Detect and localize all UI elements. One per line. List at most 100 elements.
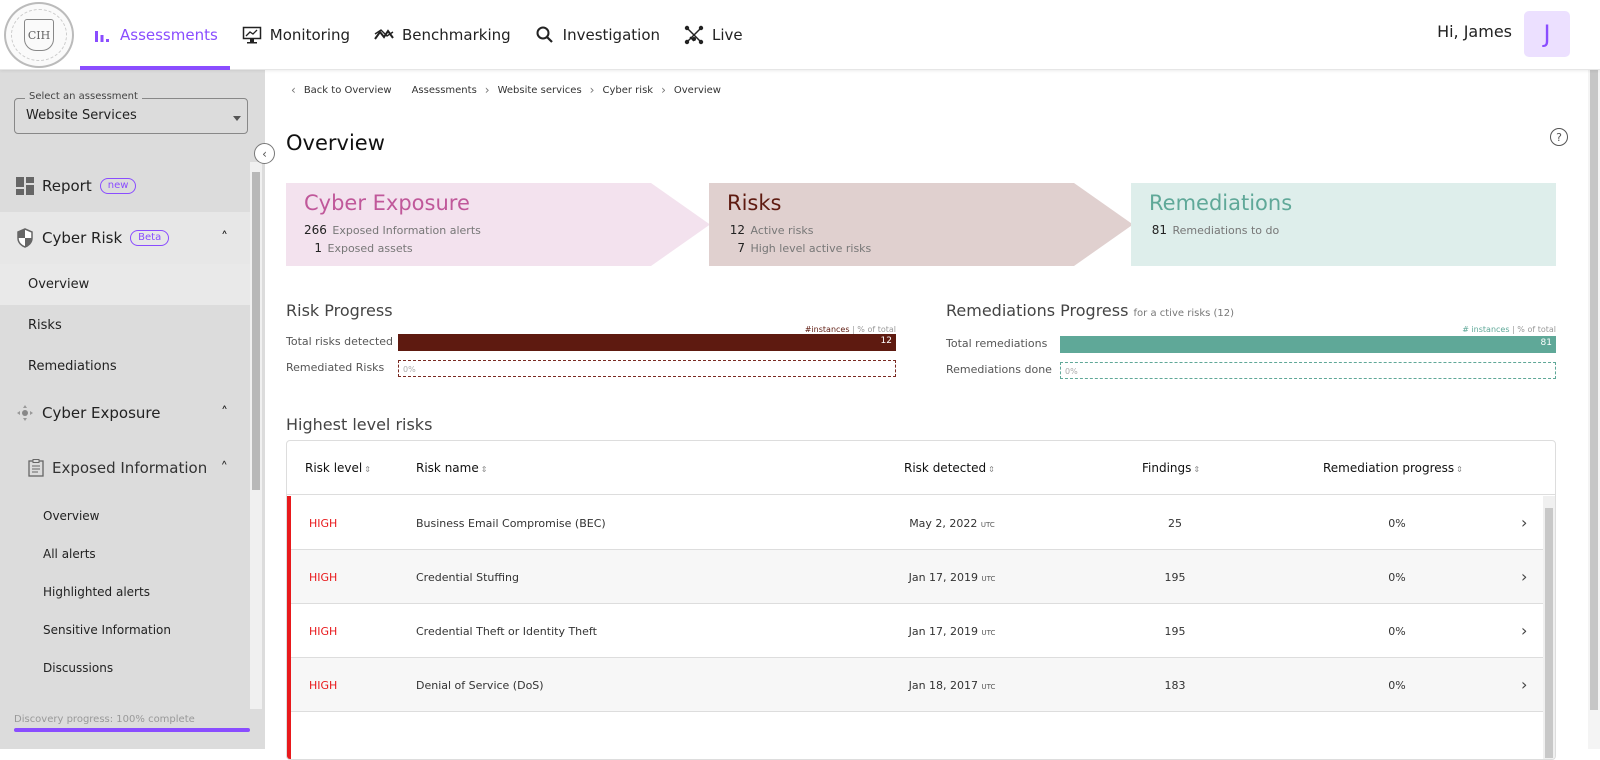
- breadcrumb-item[interactable]: Cyber risk: [602, 85, 653, 96]
- chevron-right-icon[interactable]: ›: [1521, 567, 1527, 586]
- scrollbar-thumb[interactable]: [1545, 508, 1553, 758]
- scrollbar-thumb[interactable]: [252, 172, 260, 490]
- col-risk-name[interactable]: Risk name ⇕: [416, 461, 487, 475]
- nav-benchmarking[interactable]: Benchmarking: [362, 0, 523, 70]
- risk-name: Business Email Compromise (BEC): [416, 517, 606, 530]
- col-label: Risk name: [416, 461, 479, 475]
- stage-cyber-exposure[interactable]: Cyber Exposure 266 Exposed Information a…: [286, 183, 710, 266]
- stage-line: 1 Exposed assets: [304, 241, 413, 255]
- col-findings[interactable]: Findings ⇕: [1142, 461, 1200, 475]
- main-nav: Assessments Monitoring Benchmarking Inve…: [80, 0, 755, 70]
- sidebar-item-cyber-risk[interactable]: Cyber Risk Beta ˄: [0, 212, 250, 264]
- beta-badge: Beta: [130, 230, 170, 246]
- sidebar-item-sensitive-information[interactable]: Sensitive Information: [0, 611, 250, 649]
- table-row[interactable]: HIGH Denial of Service (DoS) Jan 18, 201…: [287, 658, 1555, 712]
- chevron-right-icon[interactable]: ›: [1521, 675, 1527, 694]
- sidebar-item-label: Cyber Risk: [42, 229, 123, 247]
- sidebar-item-risks[interactable]: Risks: [0, 305, 250, 346]
- sidebar-item-label: Exposed Information: [52, 459, 208, 477]
- help-icon[interactable]: ?: [1550, 128, 1568, 146]
- table-scrollbar[interactable]: [1543, 496, 1555, 759]
- logo-ring: [11, 9, 67, 61]
- bar-value: 12: [880, 336, 892, 346]
- title-subtitle: for a ctive risks (12): [1133, 308, 1235, 319]
- remediation-progress: 0%: [1388, 571, 1406, 584]
- table-row-partial[interactable]: [287, 712, 1555, 759]
- risk-level: HIGH: [309, 517, 338, 530]
- sidebar-item-discussions[interactable]: Discussions: [0, 649, 250, 687]
- sidebar-item-remediations[interactable]: Remediations: [0, 346, 250, 387]
- sidebar: Select an assessment Website Services Re…: [0, 70, 265, 749]
- table-row[interactable]: HIGH Credential Theft or Identity Theft …: [287, 604, 1555, 658]
- col-remediation-progress[interactable]: Remediation progress ⇕: [1323, 461, 1463, 475]
- stage-line: 266 Exposed Information alerts: [304, 223, 481, 237]
- risk-name: Denial of Service (DoS): [416, 679, 544, 692]
- assessment-select[interactable]: Select an assessment Website Services: [14, 91, 248, 134]
- select-label: Select an assessment: [25, 91, 142, 102]
- risk-level: HIGH: [309, 679, 338, 692]
- stage-label: Exposed assets: [327, 242, 413, 255]
- chevron-right-icon[interactable]: ›: [1521, 621, 1527, 640]
- nav-assessments[interactable]: Assessments: [80, 0, 230, 70]
- sidebar-item-overview[interactable]: Overview: [0, 264, 250, 305]
- chevron-right-icon[interactable]: ›: [1521, 513, 1527, 532]
- stage-count: 12: [729, 223, 745, 237]
- caret-down-icon: [233, 116, 241, 121]
- findings-count: 25: [1168, 517, 1182, 530]
- highest-risks-title: Highest level risks: [286, 415, 433, 434]
- nav-investigation[interactable]: Investigation: [523, 0, 672, 70]
- avatar[interactable]: J: [1524, 11, 1570, 57]
- progress-label: Remediations done: [946, 363, 1052, 376]
- collapse-sidebar-button[interactable]: ‹: [254, 143, 275, 164]
- nav-monitoring[interactable]: Monitoring: [230, 0, 362, 70]
- timezone: UTC: [981, 629, 996, 637]
- chevron-left-icon: ‹: [262, 146, 267, 161]
- table-row[interactable]: HIGH Business Email Compromise (BEC) May…: [287, 496, 1555, 550]
- date-value: Jan 17, 2019: [908, 571, 979, 584]
- logo[interactable]: CIH: [4, 2, 74, 68]
- sidebar-item-report[interactable]: Report new: [0, 160, 250, 212]
- progress-label: Total risks detected: [286, 335, 394, 348]
- stage-label: Active risks: [750, 224, 814, 237]
- breadcrumb-item-current: Overview: [673, 84, 721, 96]
- sidebar-item-label: Cyber Exposure: [42, 404, 161, 422]
- findings-count: 195: [1164, 625, 1186, 638]
- breadcrumb-item[interactable]: Website services: [498, 85, 582, 96]
- col-risk-level[interactable]: Risk level ⇕: [305, 461, 371, 475]
- back-to-overview-link[interactable]: Back to Overview: [304, 85, 392, 96]
- chevron-up-icon[interactable]: ˄: [221, 230, 228, 246]
- risk-name: Credential Theft or Identity Theft: [416, 625, 597, 638]
- legend-instances: # instances: [1462, 325, 1510, 334]
- stage-count: 81: [1151, 223, 1167, 237]
- breadcrumb-item[interactable]: Assessments: [412, 85, 477, 96]
- chevron-left-icon: ‹: [291, 83, 296, 97]
- bar-value: 0%: [403, 365, 416, 374]
- col-risk-detected[interactable]: Risk detected ⇕: [904, 461, 995, 475]
- clipboard-icon: [28, 459, 44, 477]
- chevron-up-icon[interactable]: ˄: [221, 405, 228, 421]
- chevron-up-icon[interactable]: ˄: [221, 459, 229, 477]
- risk-progress-panel: Risk Progress #instances | % of total To…: [286, 301, 896, 381]
- discovery-progress-text: Discovery progress: 100% complete: [14, 714, 195, 725]
- stage-count: 266: [304, 223, 327, 237]
- nav-live[interactable]: Live: [672, 0, 755, 70]
- move-arrows-icon: [17, 405, 33, 421]
- stage-risks[interactable]: Risks 12 Active risks 7 High level activ…: [709, 183, 1133, 266]
- trend-icon: [374, 29, 394, 40]
- scrollbar-thumb[interactable]: [1590, 10, 1598, 710]
- progress-label: Total remediations: [946, 337, 1048, 350]
- sidebar-item-ei-overview[interactable]: Overview: [0, 497, 250, 535]
- sidebar-item-cyber-exposure[interactable]: Cyber Exposure ˄: [0, 387, 250, 439]
- sidebar-item-all-alerts[interactable]: All alerts: [0, 535, 250, 573]
- sidebar-item-exposed-information[interactable]: Exposed Information ˄: [0, 439, 250, 497]
- sidebar-scrollbar[interactable]: [250, 162, 262, 709]
- chevron-right-icon: ›: [589, 83, 595, 97]
- stage-remediations[interactable]: Remediations 81 Remediations to do: [1131, 183, 1556, 266]
- select-value: Website Services: [26, 108, 137, 123]
- table-row[interactable]: HIGH Credential Stuffing Jan 17, 2019 UT…: [287, 550, 1555, 604]
- title-text: Remediations Progress: [946, 301, 1129, 320]
- sidebar-item-highlighted-alerts[interactable]: Highlighted alerts: [0, 573, 250, 611]
- page-scrollbar[interactable]: [1588, 0, 1600, 749]
- risk-progress-title: Risk Progress: [286, 301, 393, 320]
- stage-label: High level active risks: [750, 242, 872, 255]
